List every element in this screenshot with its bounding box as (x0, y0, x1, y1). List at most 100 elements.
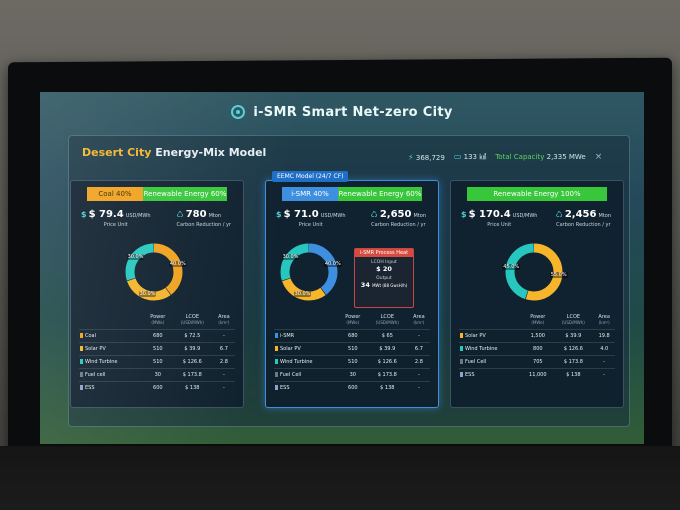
carbon-metric-number: 780 (185, 209, 207, 220)
source-color-swatch (460, 333, 463, 338)
source-name-cell: ESS (79, 381, 144, 394)
carbon-metric-value: ♺ 2,650 Mton (371, 209, 426, 220)
scenario-card[interactable]: Coal 40% Renewable Energy 60% $ $ 79.4 USD/M… (70, 180, 244, 408)
scenario-card[interactable]: EEMC Model (24/7 CF) i-SMR 40% Renewable E… (265, 171, 439, 408)
table-cell-area: 2.8 (212, 355, 235, 369)
table-cell-power: 600 (143, 381, 172, 394)
carbon-metric-unit: Mton (413, 213, 426, 219)
source-color-swatch (80, 385, 83, 390)
table-cell-power: 11,000 (522, 368, 554, 381)
table-cell-power: 30 (338, 368, 367, 382)
table-row: Wind Turbine 510 $ 126.6 2.8 (79, 355, 235, 369)
source-name-cell: Solar PV (79, 342, 144, 356)
mix-segment: Renewable Energy 60% (338, 187, 422, 201)
source-table: Power (MWe) LCOE (USD/MWh) Area (km²) Coal 680 $… (79, 313, 235, 394)
source-name: ESS (280, 385, 290, 391)
source-name: Solar PV (280, 346, 301, 352)
top-bar: i-SMR Smart Net-zero City (40, 92, 644, 132)
carbon-metric-number: 2,456 (564, 209, 597, 220)
table-row: Wind Turbine 510 $ 126.6 2.8 (274, 355, 430, 369)
donut-slice-label: 30.0% (126, 253, 145, 260)
close-icon[interactable]: × (595, 152, 603, 162)
metrics-row: $ $ 79.4 USD/MWh Price Unit ♺ 780 Mton Carbon R… (81, 209, 231, 228)
price-metric: $ $ 71.0 USD/MWh Price Unit (276, 209, 346, 228)
source-name-cell: Fuel cell (79, 368, 144, 382)
table-cell-area: 19.8 (593, 329, 615, 343)
table-cell-power: 705 (522, 355, 554, 369)
carbon-metric-unit: Mton (598, 213, 611, 219)
source-name: ESS (465, 372, 475, 378)
table-cell-power: 800 (522, 342, 554, 356)
carbon-metric: ♺ 2,456 Mton Carbon Reduction / yr (556, 209, 611, 228)
price-metric-unit: USD/MWh (320, 213, 346, 219)
output-number: 34 (360, 281, 370, 289)
area-icon: ▭ (453, 152, 462, 161)
table-cell-lcoe: $ 39.9 (553, 329, 594, 343)
donut-slice-label: 40.0% (168, 260, 187, 267)
table-row: Solar PV 510 $ 39.9 6.7 (274, 342, 430, 356)
price-tag-icon: $ (276, 210, 282, 219)
table-header-cell: Area (km²) (408, 313, 430, 330)
table-cell-lcoe: $ 39.9 (366, 342, 408, 356)
model-tag: EEMC Model (24/7 CF) (272, 171, 349, 182)
table-cell-lcoe: $ 39.9 (171, 342, 213, 356)
table-cell-power: 510 (338, 355, 367, 369)
carbon-metric: ♺ 2,650 Mton Carbon Reduction / yr (371, 209, 426, 228)
price-metric-label: Price Unit (103, 222, 128, 228)
source-name: Solar PV (465, 333, 486, 339)
table-cell-lcoe: $ 138 (553, 368, 594, 381)
source-name-cell: Fuel Cell (459, 355, 523, 369)
table-cell-power: 30 (143, 368, 172, 382)
table-row: Wind Turbine 800 $ 126.6 4.0 (459, 342, 615, 356)
price-metric-value: $ $ 170.4 USD/MWh (461, 209, 537, 220)
table-cell-power: 510 (338, 342, 367, 356)
page-title: Desert City Energy-Mix Model (82, 146, 266, 159)
table-header-cell: Area (km²) (213, 313, 235, 330)
source-name-cell: ESS (274, 381, 339, 394)
price-metric-number: $ 170.4 (468, 209, 511, 220)
table-cell-area: - (212, 368, 235, 382)
table-cell-lcoe: $ 138 (171, 381, 213, 394)
table-cell-area: - (593, 368, 615, 381)
energy-mix-bar: Coal 40% Renewable Energy 60% (87, 187, 227, 201)
table-cell-power: 510 (143, 355, 172, 369)
table-header-cell: Power (MWe) (522, 313, 553, 330)
price-metric-label: Price Unit (487, 222, 512, 228)
scenario-card[interactable]: Renewable Energy 100% $ $ 170.4 USD/MWh Pric… (450, 180, 624, 408)
table-row: Solar PV 1,500 $ 39.9 19.8 (459, 329, 615, 343)
table-cell-area: - (407, 329, 430, 343)
column-unit: (km²) (413, 320, 425, 325)
table-header-row: Power (MWe) LCOE (USD/MWh) Area (km²) (459, 313, 615, 330)
table-header-blank (274, 313, 339, 330)
bolt-icon: ⚡ (408, 152, 414, 162)
table-header-cell: Power (MWe) (339, 313, 367, 330)
carbon-metric-label: Carbon Reduction / yr (556, 222, 611, 228)
table-cell-area: - (407, 381, 430, 394)
metrics-row: $ $ 71.0 USD/MWh Price Unit ♺ 2,650 Mton Carbon… (276, 209, 426, 228)
table-cell-lcoe: $ 126.6 (366, 355, 408, 369)
source-color-swatch (80, 359, 83, 364)
price-metric-label: Price Unit (298, 222, 323, 228)
source-color-swatch (275, 385, 278, 390)
table-row: ESS 600 $ 138- (79, 381, 235, 394)
donut-slice-label: 40.0% (323, 260, 342, 267)
table-header-row: Power (MWe) LCOE (USD/MWh) Area (km²) (79, 313, 235, 330)
price-metric-number: $ 79.4 (88, 209, 124, 220)
column-unit: (USD/MWh) (180, 320, 204, 325)
table-cell-lcoe: $ 173.8 (171, 368, 213, 382)
donut-slice-label: 30.0% (281, 253, 300, 260)
source-name: Fuel cell (85, 372, 106, 378)
carbon-icon: ♺ (176, 210, 184, 219)
table-cell-area: - (407, 368, 430, 382)
source-color-swatch (460, 372, 463, 377)
donut-slice-label: 55.0% (549, 271, 568, 278)
source-name-cell: ESS (459, 368, 523, 381)
source-color-swatch (460, 359, 463, 364)
table-row: ESS 11,000 $ 138- (459, 368, 615, 381)
source-name-cell: Wind Turbine (79, 355, 144, 369)
table-cell-lcoe: $ 126.6 (171, 355, 213, 369)
price-metric-unit: USD/MWh (125, 213, 151, 219)
column-unit: (USD/MWh) (375, 320, 399, 325)
source-name: Wind Turbine (280, 359, 313, 365)
table-cell-lcoe: $ 173.8 (553, 355, 594, 369)
